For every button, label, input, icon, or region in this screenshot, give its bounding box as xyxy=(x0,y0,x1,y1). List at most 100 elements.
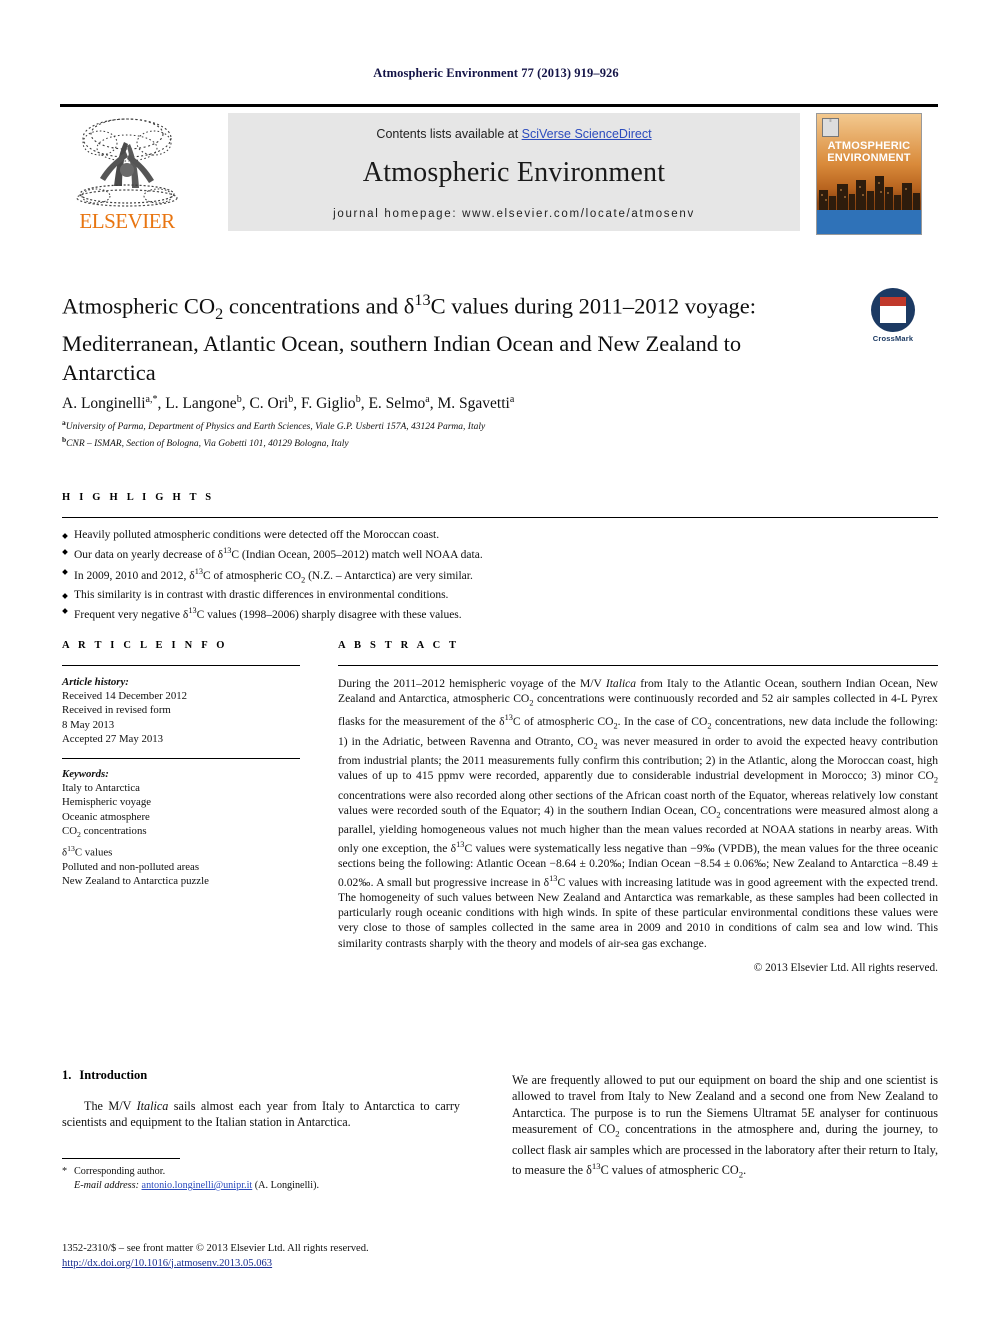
issn-copyright-line: 1352-2310/$ – see front matter © 2013 El… xyxy=(62,1243,369,1254)
section-title-text: Introduction xyxy=(79,1068,148,1082)
crossmark-icon-bar xyxy=(880,297,906,306)
journal-banner: Contents lists available at SciVerse Sci… xyxy=(228,113,800,231)
highlight-item: Heavily polluted atmospheric conditions … xyxy=(62,528,938,544)
article-page: Atmospheric Environment 77 (2013) 919–92… xyxy=(0,0,992,1323)
highlights-section: H I G H L I G H T S Heavily polluted atm… xyxy=(62,492,938,624)
author-marks: a xyxy=(425,394,430,405)
author-name: E. Selmo xyxy=(368,395,426,413)
cover-title-line1: ATMOSPHERIC xyxy=(827,140,911,152)
article-history-label: Article history: xyxy=(62,676,129,688)
highlight-text: In 2009, 2010 and 2012, δ13C of atmosphe… xyxy=(74,567,473,585)
affiliation-text: CNR – ISMAR, Section of Bologna, Via Gob… xyxy=(66,438,349,449)
article-history-item: Accepted 27 May 2013 xyxy=(62,732,164,745)
journal-title: Atmospheric Environment xyxy=(362,157,666,188)
highlights-heading: H I G H L I G H T S xyxy=(62,492,215,503)
article-title: Atmospheric CO2 concentrations and δ13C … xyxy=(62,286,802,387)
keyword-item: Polluted and non-polluted areas xyxy=(62,860,200,873)
author-name: L. Langone xyxy=(165,395,237,413)
author-name: C. Ori xyxy=(249,395,289,413)
introduction-column-right: We are frequently allowed to put our equ… xyxy=(512,1072,938,1183)
keyword-item: New Zealand to Antarctica puzzle xyxy=(62,875,209,888)
doi-link[interactable]: http://dx.doi.org/10.1016/j.atmosenv.201… xyxy=(62,1258,272,1269)
author-list: A. Longinellia,*, L. Langoneb, C. Orib, … xyxy=(62,394,515,413)
section-number: 1. xyxy=(62,1068,72,1082)
affiliation-item: bCNR – ISMAR, Section of Bologna, Via Go… xyxy=(62,434,882,451)
cover-publisher-badge: ≡ xyxy=(822,118,839,137)
abstract-text: During the 2011–2012 hemispheric voyage … xyxy=(338,676,938,951)
article-history-item: Received in revised form xyxy=(62,704,171,717)
author-name: F. Giglio xyxy=(300,395,356,413)
sciencedirect-link[interactable]: SciVerse ScienceDirect xyxy=(522,127,652,141)
author-name: M. Sgavetti xyxy=(437,395,510,413)
keyword-item: Hemispheric voyage xyxy=(62,796,152,809)
article-title-line1-a: Atmospheric CO xyxy=(62,293,216,319)
highlight-item: In 2009, 2010 and 2012, δ13C of atmosphe… xyxy=(62,564,938,588)
highlight-item: This similarity is in contrast with dras… xyxy=(62,588,938,604)
introduction-paragraph-left: The M/V Italica sails almost each year f… xyxy=(62,1098,460,1131)
journal-masthead: ELSEVIER Contents lists available at Sci… xyxy=(60,104,938,236)
article-title-line1-c: C values during 2011–2012 xyxy=(430,293,680,319)
abstract-copyright: © 2013 Elsevier Ltd. All rights reserved… xyxy=(753,961,938,974)
keyword-item: δ13C values xyxy=(62,844,113,859)
footnote-corresponding-line: * Corresponding author. xyxy=(62,1165,362,1179)
article-title-subscript: 2 xyxy=(215,305,224,323)
highlight-text: Heavily polluted atmospheric conditions … xyxy=(74,529,440,541)
page-footer: 1352-2310/$ – see front matter © 2013 El… xyxy=(62,1242,582,1271)
journal-cover-thumbnail: ≡ ATMOSPHERIC ENVIRONMENT xyxy=(816,113,922,235)
footnote-email-attribution: (A. Longinelli). xyxy=(254,1180,320,1191)
highlights-divider xyxy=(62,517,938,518)
contents-available-line: Contents lists available at SciVerse Sci… xyxy=(228,127,800,141)
highlight-item: Our data on yearly decrease of δ13C (Ind… xyxy=(62,544,938,564)
affiliation-item: aUniversity of Parma, Department of Phys… xyxy=(62,417,882,434)
author-marks: a,* xyxy=(145,394,158,405)
elsevier-wordmark: ELSEVIER xyxy=(79,209,175,233)
running-head: Atmospheric Environment 77 (2013) 919–92… xyxy=(373,66,619,80)
keywords-divider xyxy=(62,758,300,760)
article-info-divider xyxy=(62,665,300,666)
article-info-section: A R T I C L E I N F O Article history: R… xyxy=(62,640,300,888)
crossmark-badge[interactable]: CrossMark xyxy=(862,288,924,343)
highlight-text: This similarity is in contrast with dras… xyxy=(74,588,449,601)
author-marks: b xyxy=(288,394,294,405)
affiliation-text: University of Parma, Department of Physi… xyxy=(65,422,486,433)
corresponding-author-footnote: * Corresponding author. E-mail address: a… xyxy=(62,1158,362,1193)
abstract-divider xyxy=(338,665,938,666)
keywords-label: Keywords: xyxy=(62,768,109,781)
highlight-item: Frequent very negative δ13C values (1998… xyxy=(62,603,938,623)
footnote-body: * Corresponding author. E-mail address: a… xyxy=(62,1165,362,1193)
intro-ship-name: Italica xyxy=(136,1099,169,1113)
cover-title: ATMOSPHERIC ENVIRONMENT xyxy=(817,140,921,164)
crossmark-label: CrossMark xyxy=(872,334,914,343)
author-marks: b xyxy=(355,394,361,405)
abstract-heading: A B S T R A C T xyxy=(338,640,460,651)
author-marks: b xyxy=(236,394,242,405)
footnote-corresponding-text: Corresponding author. xyxy=(74,1166,166,1177)
journal-homepage[interactable]: journal homepage: www.elsevier.com/locat… xyxy=(228,208,800,220)
cover-title-line2: ENVIRONMENT xyxy=(827,152,911,164)
contents-prefix: Contents lists available at xyxy=(376,127,522,141)
article-title-superscript: 13 xyxy=(414,291,431,309)
abstract-text-post: from Italy to the Atlantic Ocean, southe… xyxy=(338,677,939,950)
footnote-rule xyxy=(62,1158,180,1159)
masthead-top-rule xyxy=(60,104,938,107)
footnote-email-line: E-mail address: antonio.longinelli@unipr… xyxy=(62,1179,362,1193)
elsevier-logo: ELSEVIER xyxy=(66,112,188,234)
keyword-item: Oceanic atmosphere xyxy=(62,810,150,823)
footnote-email-link[interactable]: antonio.longinelli@unipr.it xyxy=(142,1180,253,1191)
article-history-item: 8 May 2013 xyxy=(62,718,115,731)
article-title-line1-b: concentrations and δ xyxy=(223,293,415,319)
highlight-text: Frequent very negative δ13C values (1998… xyxy=(74,606,462,622)
abstract-section: A B S T R A C T During the 2011–2012 hem… xyxy=(338,640,938,974)
introduction-paragraph-right: We are frequently allowed to put our equ… xyxy=(512,1073,938,1180)
footnote-email-label: E-mail address: xyxy=(74,1180,139,1191)
highlights-list: Heavily polluted atmospheric conditions … xyxy=(62,528,938,624)
cover-skyline-illustration xyxy=(817,176,921,234)
article-info-heading: A R T I C L E I N F O xyxy=(62,640,228,651)
keyword-item: CO2 concentrations xyxy=(62,824,147,839)
highlight-text: Our data on yearly decrease of δ13C (Ind… xyxy=(74,546,483,562)
affiliation-list: aUniversity of Parma, Department of Phys… xyxy=(62,417,882,450)
article-history-item: Received 14 December 2012 xyxy=(62,690,188,703)
footnote-star-marker: * xyxy=(62,1166,68,1177)
article-info-body: Article history: Received 14 December 20… xyxy=(62,675,300,888)
